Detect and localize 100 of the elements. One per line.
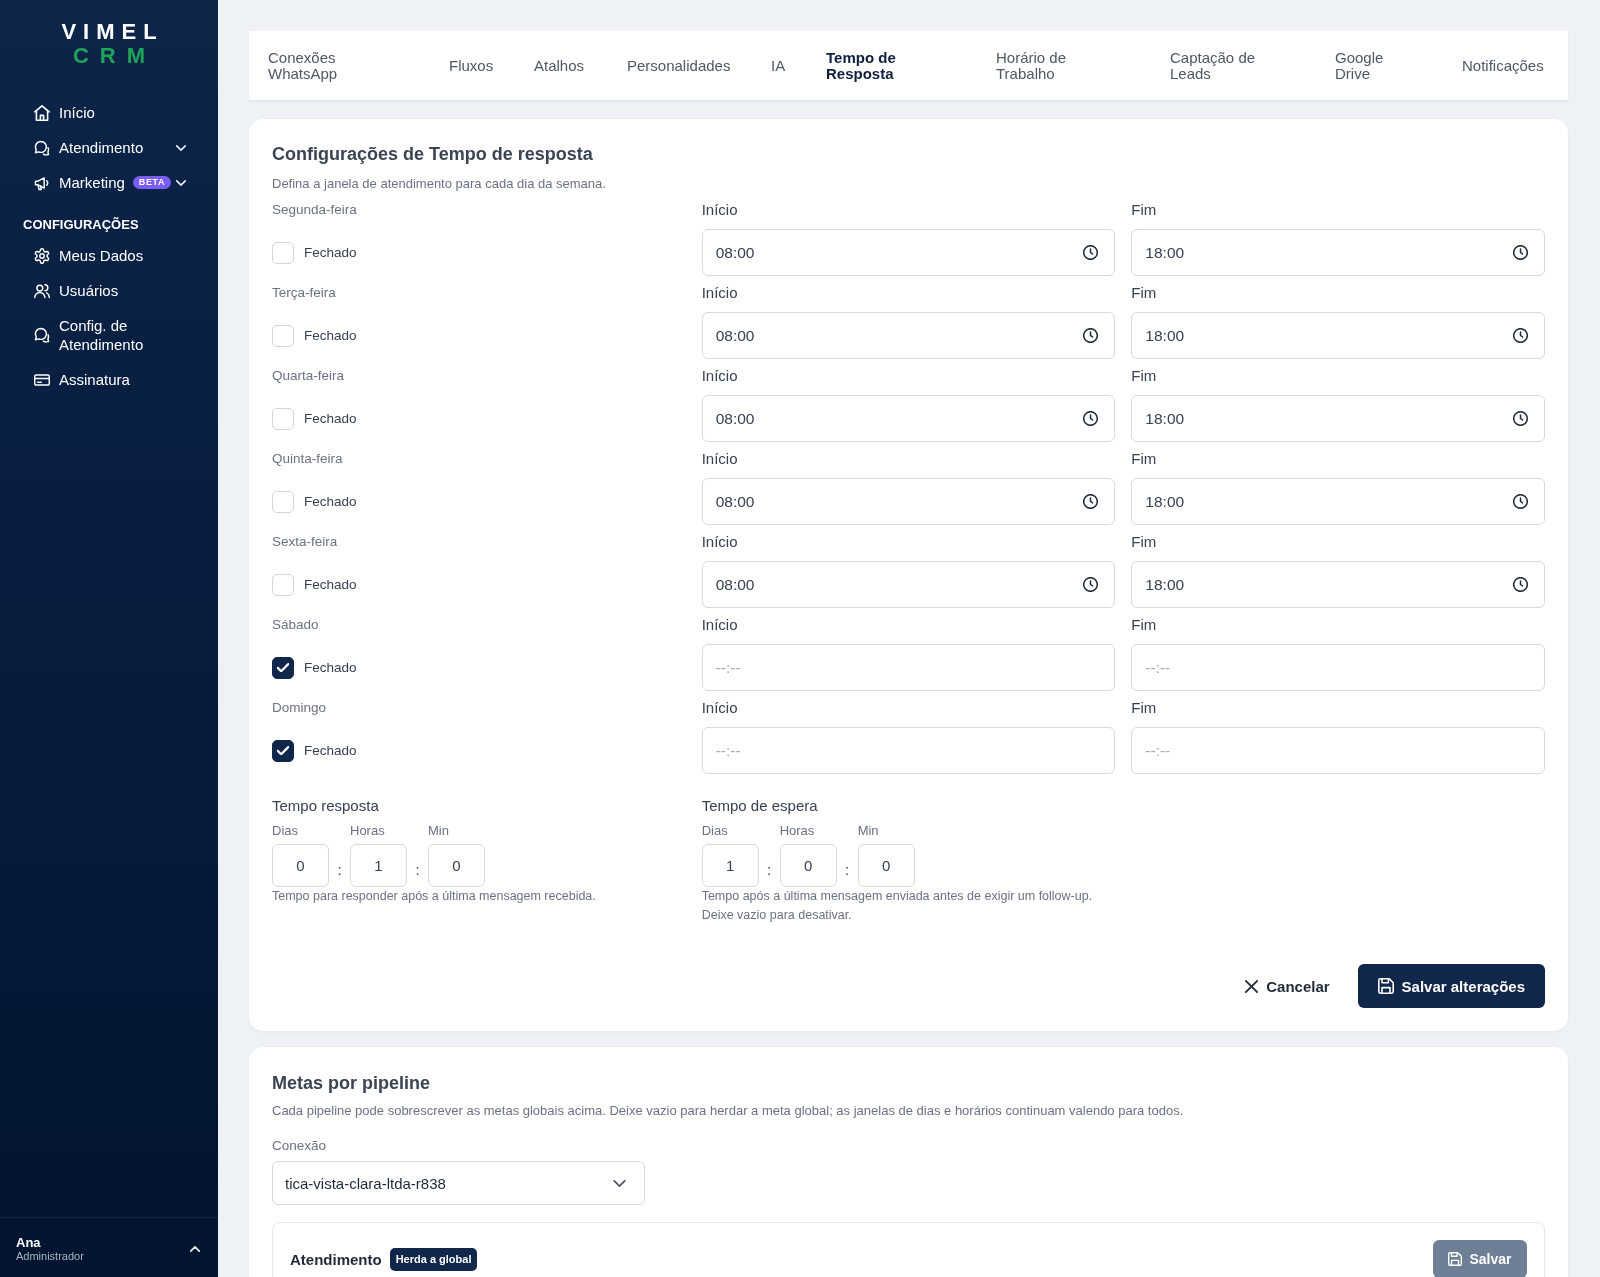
tab[interactable]: Captação de Leads: [1170, 49, 1270, 82]
field-label: Início: [701, 616, 738, 634]
separator-colon: :: [844, 860, 851, 880]
connection-select[interactable]: tica-vista-clara-ltda-r838: [272, 1161, 645, 1205]
logo-wordmark: VIMEL: [60, 20, 164, 44]
time-input[interactable]: 18:00: [1131, 478, 1545, 525]
megaphone-icon: [34, 174, 50, 191]
time-input[interactable]: 18:00: [1131, 395, 1545, 442]
tab[interactable]: Personalidades: [627, 57, 731, 74]
number-input[interactable]: 0: [428, 844, 485, 887]
field-label: Fim: [1131, 201, 1157, 219]
checkbox-label: Fechado: [304, 658, 357, 677]
time-input[interactable]: 18:00: [1131, 312, 1545, 359]
settings-icon: [34, 247, 50, 264]
nav-item[interactable]: Marketing: [34, 173, 125, 192]
help-text: Deixe vazio para desativar.: [701, 907, 852, 924]
card-title: Metas por pipeline: [272, 1072, 431, 1095]
clock-icon[interactable]: [1513, 577, 1528, 592]
beta-badge: BETA: [132, 176, 172, 189]
checkbox-label: Fechado: [304, 575, 357, 594]
credit-card-icon: [34, 371, 50, 388]
tab[interactable]: Horário de Trabalho: [996, 49, 1086, 82]
chevron-down-icon: [613, 1179, 626, 1187]
time-input[interactable]: 08:00: [701, 478, 1116, 525]
save-button[interactable]: Salvar alterações: [1357, 964, 1545, 1008]
user-role: Administrador: [16, 1250, 84, 1263]
close-icon: [1245, 979, 1259, 993]
field-label: Início: [701, 450, 738, 468]
time-input[interactable]: 08:00: [701, 229, 1116, 276]
nav-item[interactable]: Início: [34, 103, 95, 122]
checkbox-label: Fechado: [304, 409, 357, 428]
chevron-up-icon[interactable]: [190, 1246, 200, 1252]
field-label: Início: [701, 533, 738, 551]
cancel-button[interactable]: Cancelar: [1245, 977, 1330, 995]
number-input[interactable]: 0: [272, 844, 329, 887]
section-title: Tempo resposta: [272, 796, 379, 816]
field-label: Conexão: [272, 1137, 327, 1155]
time-input[interactable]: 08:00: [701, 561, 1116, 608]
tab[interactable]: Conexões WhatsApp: [268, 49, 358, 82]
day-label: Segunda-feira: [272, 201, 357, 219]
checkbox-label: Fechado: [304, 492, 357, 511]
users-icon: [34, 282, 50, 299]
nav-item[interactable]: Assinatura: [34, 370, 130, 389]
tab[interactable]: Atalhos: [534, 57, 585, 74]
number-input[interactable]: 0: [779, 844, 837, 887]
time-input[interactable]: 18:00: [1131, 561, 1545, 608]
field-label: Início: [701, 367, 738, 385]
separator-colon: :: [414, 860, 421, 880]
field-label: Início: [701, 201, 738, 219]
time-input[interactable]: 18:00: [1131, 229, 1545, 276]
tab[interactable]: Notificações: [1462, 57, 1544, 74]
day-label: Sábado: [272, 616, 319, 634]
logo-subtitle: CRM: [71, 44, 157, 68]
nav-item[interactable]: Meus Dados: [34, 246, 144, 265]
user-name: Ana: [16, 1235, 41, 1250]
nav-item[interactable]: Atendimento: [34, 138, 144, 157]
chevron-down-icon[interactable]: [176, 179, 186, 186]
clock-icon[interactable]: [1083, 245, 1099, 260]
day-label: Quarta-feira: [272, 367, 345, 385]
tab[interactable]: Google Drive: [1335, 49, 1395, 82]
field-label: Fim: [1131, 533, 1157, 551]
field-label: Min: [857, 823, 879, 839]
help-text: Tempo após a última mensagem enviada antes de exigir um follow-up.: [701, 888, 1093, 905]
field-label: Horas: [779, 823, 815, 839]
tab[interactable]: IA: [771, 57, 786, 74]
day-label: Quinta-feira: [272, 450, 343, 468]
tab[interactable]: Fluxos: [449, 57, 494, 74]
group-title: Atendimento: [290, 1250, 382, 1268]
time-input[interactable]: 08:00: [701, 312, 1116, 359]
clock-icon[interactable]: [1083, 494, 1099, 509]
clock-icon[interactable]: [1083, 328, 1099, 343]
clock-icon[interactable]: [1513, 328, 1528, 343]
chevron-down-icon[interactable]: [176, 144, 186, 151]
clock-icon[interactable]: [1083, 577, 1099, 592]
number-input[interactable]: 1: [701, 844, 759, 887]
field-label: Fim: [1131, 367, 1157, 385]
card-title: Configurações de Tempo de resposta: [272, 143, 593, 166]
clock-icon[interactable]: [1513, 411, 1528, 426]
clock-icon[interactable]: [1513, 494, 1528, 509]
field-label: Fim: [1131, 284, 1157, 302]
chat-bubbles-icon: [34, 327, 50, 343]
number-input[interactable]: 1: [350, 844, 407, 887]
day-label: Terça-feira: [272, 284, 336, 302]
tab[interactable]: Tempo de Resposta: [826, 49, 906, 82]
field-label: Fim: [1131, 450, 1157, 468]
day-label: Domingo: [272, 699, 327, 717]
checkbox[interactable]: [272, 739, 294, 762]
inherit-badge: Herda a global: [389, 1247, 478, 1271]
card-description: Cada pipeline pode sobrescrever as metas globais acima. Deixe vazio para herdar a meta global; as janelas de dias e horários continuam valendo para todos.: [272, 1102, 1184, 1120]
clock-icon[interactable]: [1083, 411, 1099, 426]
field-label: Min: [428, 823, 449, 839]
checkbox[interactable]: [272, 656, 294, 679]
nav-item[interactable]: Config. de Atendimento: [34, 316, 186, 354]
time-input[interactable]: 08:00: [701, 395, 1116, 442]
home-icon: [34, 104, 50, 121]
checkbox-label: Fechado: [304, 243, 357, 262]
number-input[interactable]: 0: [857, 844, 915, 887]
clock-icon[interactable]: [1513, 245, 1528, 260]
nav-item[interactable]: Usuários: [34, 281, 119, 300]
checkbox-label: Fechado: [304, 326, 357, 345]
